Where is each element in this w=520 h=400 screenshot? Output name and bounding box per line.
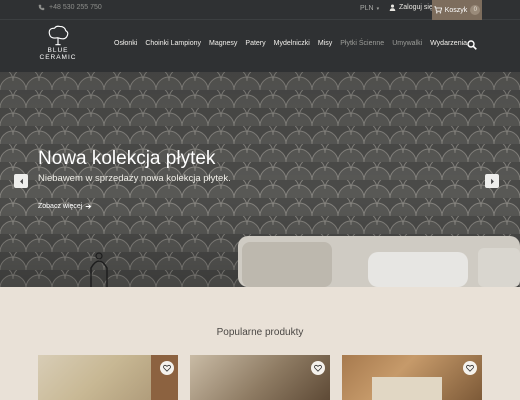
carousel-prev-button[interactable] xyxy=(14,174,28,188)
heart-icon xyxy=(466,364,474,372)
wishlist-button[interactable] xyxy=(160,361,174,375)
wishlist-button[interactable] xyxy=(311,361,325,375)
logo[interactable]: BLUE CERAMIC xyxy=(38,25,78,69)
nav-item-plytki-scienne[interactable]: Płytki Ścienne xyxy=(340,40,384,47)
search-icon[interactable] xyxy=(467,40,477,50)
chevron-left-icon xyxy=(19,178,23,184)
nav-item-patery[interactable]: Patery xyxy=(245,40,265,47)
hero-title: Nowa kolekcja płytek xyxy=(38,148,216,169)
cart-button[interactable]: Koszyk 0 xyxy=(432,0,482,20)
carousel-next-button[interactable] xyxy=(485,174,499,188)
cart-label: Koszyk xyxy=(444,6,468,14)
nav-item-magnesy[interactable]: Magnesy xyxy=(209,40,237,47)
login-link[interactable]: Zaloguj się xyxy=(389,4,433,11)
chevron-right-icon xyxy=(490,178,494,184)
sofa-image xyxy=(238,236,520,287)
hero-subtitle: Niebawem w sprzedaży nowa kolekcja płyte… xyxy=(38,173,231,184)
phone-number: +48 530 255 750 xyxy=(49,4,102,11)
main-nav: Osłonki Choinki Lampiony Magnesy Patery … xyxy=(114,40,475,47)
nav-item-wydarzenia[interactable]: Wydarzenia xyxy=(430,40,467,47)
heart-icon xyxy=(163,364,171,372)
nav-item-misy[interactable]: Misy xyxy=(318,40,332,47)
heart-icon xyxy=(314,364,322,372)
product-card[interactable] xyxy=(190,355,330,400)
logo-text-blue: BLUE xyxy=(47,47,69,54)
logo-tree-icon xyxy=(48,25,69,46)
phone-contact[interactable]: +48 530 255 750 xyxy=(38,4,102,11)
cart-icon xyxy=(434,6,442,14)
chevron-down-icon: ▾ xyxy=(376,5,380,12)
currency-label: PLN xyxy=(360,5,374,12)
popular-products-title: Popularne produkty xyxy=(216,327,304,338)
login-label: Zaloguj się xyxy=(399,4,433,11)
lantern-image xyxy=(90,252,108,287)
nav-item-oslonki[interactable]: Osłonki xyxy=(114,40,137,47)
nav-item-choinki-lampiony[interactable]: Choinki Lampiony xyxy=(145,40,201,47)
nav-item-umywalki[interactable]: Umywalki xyxy=(392,40,422,47)
logo-text-ceramic: CERAMIC xyxy=(39,54,77,61)
nav-item-mydelniczki[interactable]: Mydelniczki xyxy=(274,40,310,47)
phone-icon xyxy=(38,4,45,11)
hero-link-label: Zobacz więcej xyxy=(38,203,83,210)
product-image-detail xyxy=(372,377,442,400)
main-header: BLUE CERAMIC Osłonki Choinki Lampiony Ma… xyxy=(0,20,520,72)
currency-selector[interactable]: PLN ▾ xyxy=(360,5,379,12)
hero-banner: Nowa kolekcja płytek Niebawem w sprzedaż… xyxy=(0,72,520,287)
hero-see-more-link[interactable]: Zobacz więcej xyxy=(38,203,92,210)
top-bar: +48 530 255 750 PLN ▾ Zaloguj się Koszyk… xyxy=(0,0,520,20)
wishlist-button[interactable] xyxy=(463,361,477,375)
cart-count-badge: 0 xyxy=(470,5,481,15)
product-card[interactable] xyxy=(342,355,482,400)
arrow-right-icon xyxy=(86,204,92,209)
user-icon xyxy=(389,4,396,11)
product-card[interactable] xyxy=(38,355,178,400)
